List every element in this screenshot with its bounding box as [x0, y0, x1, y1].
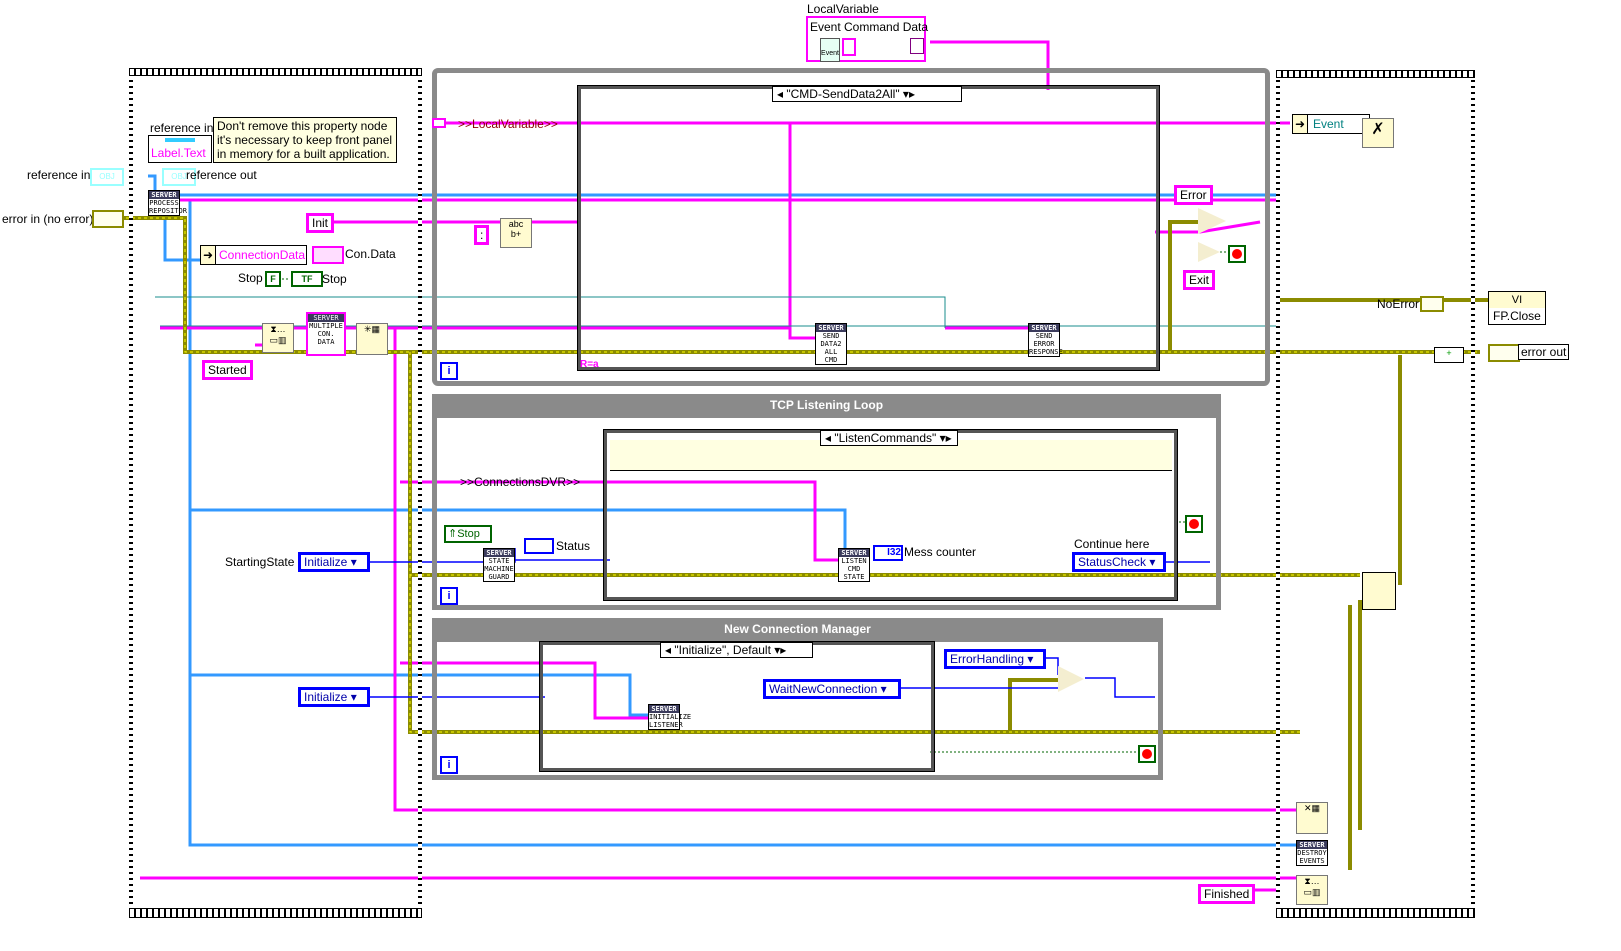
- finished-constant[interactable]: Finished: [1198, 884, 1256, 904]
- initialize-listener-subvi[interactable]: SERVER INITIALIZE LISTENER: [648, 704, 691, 730]
- arrow-right-icon: ➜: [1293, 115, 1308, 133]
- error-handling-enum[interactable]: ErrorHandling ▾: [944, 649, 1046, 669]
- destroy-events-subvi[interactable]: SERVER DESTROY EVENTS: [1296, 840, 1328, 866]
- con-data-indicator[interactable]: [312, 246, 344, 264]
- stop-condition-icon[interactable]: [1228, 245, 1246, 263]
- cluster-terminal-icon: [910, 38, 924, 54]
- tcp-loop-title: TCP Listening Loop: [432, 394, 1221, 418]
- wait-new-connection-enum[interactable]: WaitNewConnection ▾: [763, 679, 901, 699]
- event-unbundle[interactable]: ➜ Event: [1292, 114, 1370, 134]
- stop-local-read[interactable]: ⇑Stop: [444, 525, 492, 543]
- scan-string-icon[interactable]: abc b+: [500, 218, 532, 248]
- error-constant[interactable]: Error: [1174, 185, 1213, 205]
- con-data-label: Con.Data: [345, 247, 396, 261]
- shift-register-icon[interactable]: [432, 118, 446, 128]
- mess-counter-indicator[interactable]: I32: [873, 545, 903, 561]
- error-in-label: error in (no error): [2, 212, 94, 226]
- format-indicator: R=a: [580, 359, 599, 370]
- local-variable-label: LocalVariable: [807, 2, 879, 16]
- ncm-loop-title: New Connection Manager: [432, 618, 1163, 642]
- left-frame-bottom: [129, 908, 422, 918]
- ncm-stop-condition-icon[interactable]: [1138, 745, 1156, 763]
- state-machine-guard-subvi[interactable]: SERVER STATE MACHINE GUARD: [483, 548, 515, 582]
- exit-constant[interactable]: Exit: [1183, 270, 1216, 290]
- status-indicator[interactable]: [524, 538, 554, 554]
- merge-errors-small-icon[interactable]: +: [1434, 347, 1464, 363]
- event-case-structure: [577, 85, 1160, 371]
- create-queue-icon[interactable]: ✳▦: [356, 323, 388, 355]
- reference-in-label: reference in: [27, 168, 91, 182]
- connection-data-bundle[interactable]: ➜ ConnectionData: [200, 245, 307, 265]
- connections-shift-label: >>ConnectionsDVR>>: [460, 475, 581, 489]
- property-node-ref-label: reference in: [150, 121, 214, 135]
- started-constant[interactable]: Started: [202, 360, 253, 380]
- multiple-con-data-subvi[interactable]: SERVER MULTIPLE CON. DATA: [306, 312, 346, 356]
- release-queue-icon[interactable]: ✕▦: [1296, 802, 1328, 834]
- ncm-case-selector[interactable]: ◂ "Initialize", Default ▾▸: [660, 642, 813, 658]
- no-error-label: NoError: [1377, 297, 1420, 311]
- error-in-control[interactable]: [92, 210, 124, 228]
- continue-here-label: Continue here: [1074, 537, 1150, 551]
- listen-cmd-state-subvi[interactable]: SERVER LISTEN CMD STATE: [838, 548, 870, 582]
- event-command-data-label: Event Command Data: [810, 20, 929, 34]
- init-constant[interactable]: Init: [306, 213, 335, 233]
- starting-state-label: StartingState: [225, 555, 295, 569]
- right-frame-top: [1276, 70, 1475, 78]
- tcp-iteration-terminal: i: [440, 587, 458, 605]
- arrow-right-icon: ➜: [201, 246, 216, 264]
- no-error-constant[interactable]: [1420, 296, 1444, 312]
- error-out-indicator[interactable]: [1488, 344, 1520, 362]
- local-variable-shift-label: >>LocalVariable>>: [458, 117, 558, 131]
- left-frame-edge: [129, 68, 133, 920]
- reference-out-label: reference out: [186, 168, 257, 182]
- error-out-label: error out: [1518, 344, 1570, 360]
- enqueue-element-icon[interactable]: ⧗… ▭▥: [262, 323, 294, 353]
- starting-state-enum[interactable]: Initialize ▾: [298, 552, 370, 572]
- iteration-terminal: i: [440, 362, 458, 380]
- status-label: Status: [556, 539, 591, 553]
- event-command-data-local[interactable]: Event Command Data Event: [806, 16, 929, 62]
- stop-local-variable[interactable]: TF: [291, 271, 323, 287]
- merge-errors-icon[interactable]: [1362, 572, 1396, 610]
- event-icon: Event: [820, 38, 840, 62]
- right-frame-edge: [1276, 70, 1280, 920]
- stop-label-left: Stop: [238, 271, 263, 285]
- left-frame-edge: [418, 68, 422, 920]
- label-text-property-node[interactable]: Label.Text: [148, 135, 212, 163]
- mess-counter-label: Mess counter: [904, 545, 977, 559]
- reference-in-control[interactable]: OBJ: [90, 168, 124, 186]
- tcp-case-selector[interactable]: ◂ "ListenCommands" ▾▸: [820, 430, 958, 446]
- comment-note: Don't remove this property node it's nec…: [213, 117, 397, 163]
- status-check-enum[interactable]: StatusCheck ▾: [1072, 552, 1166, 572]
- send-error-response-subvi[interactable]: SERVER SEND ERROR RESPONSE: [1028, 323, 1063, 357]
- fp-close-label: FP.Close: [1493, 309, 1541, 323]
- right-frame-bottom: [1276, 908, 1475, 918]
- process-repository-subvi[interactable]: SERVER PROCESS REPOSITOR: [148, 190, 187, 216]
- stop-label-right: Stop: [322, 272, 347, 286]
- ncm-iteration-terminal: i: [440, 756, 458, 774]
- destroy-user-event-icon[interactable]: ✗: [1362, 118, 1394, 148]
- ncm-state-enum[interactable]: Initialize ▾: [298, 687, 370, 707]
- right-frame-edge: [1471, 70, 1475, 920]
- send-data2all-subvi[interactable]: SERVER SEND DATA2 ALL CMD: [815, 323, 847, 365]
- fp-close-property-node[interactable]: VI FP.Close: [1488, 291, 1546, 325]
- event-case-selector[interactable]: ◂ "CMD-SendData2All" ▾▸: [772, 86, 962, 102]
- property-label-text: Label.Text: [151, 146, 206, 160]
- enqueue-finished-icon[interactable]: ⧗… ▭▥: [1296, 875, 1328, 905]
- colon-constant[interactable]: :: [474, 225, 490, 245]
- left-frame-top: [129, 68, 422, 76]
- string-terminal-icon: [842, 38, 856, 56]
- tcp-stop-condition-icon[interactable]: [1185, 515, 1203, 533]
- ncm-case-structure: [539, 641, 935, 772]
- false-constant[interactable]: F: [265, 271, 281, 287]
